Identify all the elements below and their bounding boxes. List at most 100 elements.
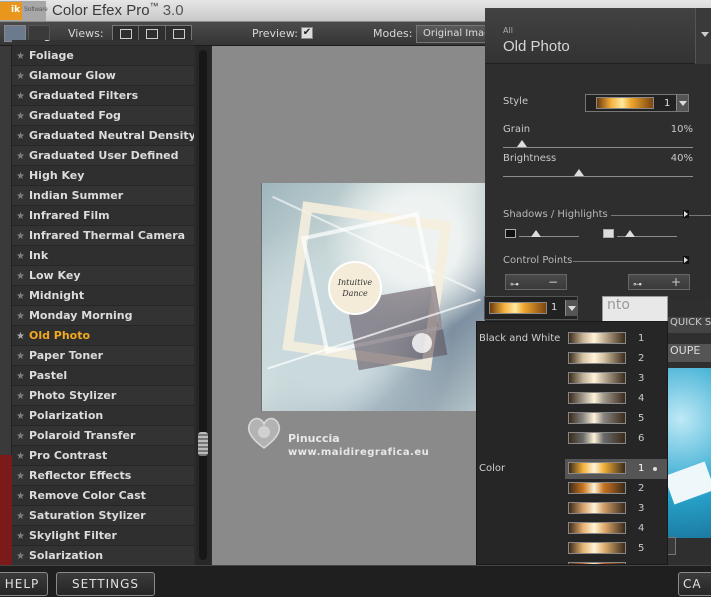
favorite-star-icon[interactable]: ★ (16, 131, 25, 142)
favorite-star-icon[interactable]: ★ (16, 51, 25, 62)
dropdown-item[interactable]: 3 (565, 499, 667, 519)
style-thumbnail (568, 502, 626, 514)
favorite-star-icon[interactable]: ★ (16, 40, 25, 42)
dropdown-item[interactable]: 1 (565, 329, 667, 349)
favorite-star-icon[interactable]: ★ (16, 471, 25, 482)
dropdown-item[interactable]: 4 (565, 389, 667, 409)
dropdown-item[interactable]: 6 (565, 429, 667, 449)
mode-select[interactable]: Original Imag (416, 25, 496, 43)
filter-item-label: Infrared Film (28, 209, 110, 222)
filter-item[interactable]: ★ Infrared Thermal Camera (12, 226, 194, 246)
dropdown-item[interactable]: 3 (565, 369, 667, 389)
grain-slider-knob[interactable] (517, 140, 527, 147)
highlights-slider-knob[interactable] (625, 230, 635, 237)
brightness-slider-knob[interactable] (574, 169, 584, 176)
filter-item[interactable]: ★ Reflector Effects (12, 466, 194, 486)
filter-item[interactable]: ★ Pastel (12, 366, 194, 386)
favorite-star-icon[interactable]: ★ (16, 531, 25, 542)
favorite-star-icon[interactable]: ★ (16, 271, 25, 282)
favorite-star-icon[interactable]: ★ (16, 491, 25, 502)
shadows-slider[interactable] (519, 236, 579, 237)
shadows-highlights-section[interactable]: Shadows / Highlights (503, 209, 608, 220)
dropdown-item[interactable]: 4 (565, 519, 667, 539)
filter-item[interactable]: ★ Skylight Filter (12, 526, 194, 546)
filter-item[interactable]: ★ Old Photo (12, 326, 194, 346)
favorite-star-icon[interactable]: ★ (16, 251, 25, 262)
dropdown-item[interactable]: 2 (565, 479, 667, 499)
filter-item[interactable]: ★ High Key (12, 166, 194, 186)
favorite-star-icon[interactable]: ★ (16, 111, 25, 122)
filter-item[interactable]: ★ Foliage (12, 46, 194, 66)
filter-item[interactable]: ★ Midnight (12, 286, 194, 306)
filter-item[interactable]: ★ Low Key (12, 266, 194, 286)
filter-item[interactable]: ★ Saturation Stylizer (12, 506, 194, 526)
filter-item[interactable]: ★ Infrared Film (12, 206, 194, 226)
filter-item[interactable]: ★ Indian Summer (12, 186, 194, 206)
filter-item[interactable]: ★ Graduated Fog (12, 106, 194, 126)
favorite-star-icon[interactable]: ★ (16, 511, 25, 522)
favorite-star-icon[interactable]: ★ (16, 151, 25, 162)
favorite-star-icon[interactable]: ★ (16, 331, 25, 342)
favorite-star-icon[interactable]: ★ (16, 211, 25, 222)
dropdown-item[interactable]: 2 (565, 349, 667, 369)
favorite-star-icon[interactable]: ★ (16, 371, 25, 382)
filter-item[interactable]: ★ Graduated User Defined (12, 146, 194, 166)
add-control-point-button[interactable]: ⊶ + (628, 274, 690, 290)
favorite-star-icon[interactable]: ★ (16, 451, 25, 462)
chevron-down-icon[interactable] (676, 95, 688, 111)
expand-arrow-icon[interactable] (683, 210, 689, 218)
filter-header[interactable]: All Old Photo (485, 8, 711, 64)
grain-slider[interactable] (503, 147, 693, 148)
filter-item[interactable]: ★ Polaroid Transfer (12, 426, 194, 446)
chevron-down-icon[interactable] (695, 8, 711, 64)
favorite-star-icon[interactable]: ★ (16, 231, 25, 242)
favorite-star-icon[interactable]: ★ (16, 71, 25, 82)
dropdown-item[interactable]: 5 (565, 539, 667, 559)
filter-item[interactable]: ★ Monday Morning (12, 306, 194, 326)
dropdown-item[interactable]: 5 (565, 409, 667, 429)
favorite-star-icon[interactable]: ★ (16, 311, 25, 322)
filter-item[interactable]: ★ Graduated Neutral Density (12, 126, 194, 146)
group-tab[interactable]: OUPE (668, 344, 711, 362)
quick-save-tab[interactable]: QUICK S (668, 317, 711, 333)
remove-control-point-button[interactable]: ⊶ − (505, 274, 567, 290)
filter-item[interactable]: ★ Solarization (12, 546, 194, 565)
help-button[interactable]: HELP (0, 572, 48, 596)
filter-item[interactable]: ★ Graduated Filters (12, 86, 194, 106)
expand-arrow-icon[interactable] (683, 256, 689, 264)
preview-checkbox[interactable]: ✔ (301, 27, 313, 39)
settings-button[interactable]: SETTINGS (56, 572, 155, 596)
filter-item[interactable]: ★ Photo Stylizer (12, 386, 194, 406)
chevron-down-icon[interactable] (565, 300, 577, 316)
favorite-star-icon[interactable]: ★ (16, 351, 25, 362)
control-points-section[interactable]: Control Points (503, 255, 572, 266)
cancel-button[interactable]: CA (678, 572, 711, 596)
filter-item[interactable]: ★ Remove Color Cast (12, 486, 194, 506)
filter-item[interactable]: ★ Glamour Glow (12, 66, 194, 86)
peek-field[interactable]: nto (602, 296, 668, 322)
filter-item[interactable]: ★ Polarization (12, 406, 194, 426)
filter-item-label: High Key (28, 169, 85, 182)
filter-item[interactable]: ★ Ink (12, 246, 194, 266)
shadows-slider-knob[interactable] (531, 230, 541, 237)
scrollbar-thumb[interactable] (198, 432, 208, 456)
filter-item[interactable]: ★ Paper Toner (12, 346, 194, 366)
split-view-icon[interactable] (139, 26, 166, 41)
dropdown-item[interactable]: 1 (565, 459, 667, 479)
favorite-star-icon[interactable]: ★ (16, 431, 25, 442)
favorite-star-icon[interactable]: ★ (16, 551, 25, 562)
single-view-icon[interactable] (113, 26, 140, 41)
favorite-star-icon[interactable]: ★ (16, 291, 25, 302)
brightness-slider[interactable] (503, 176, 693, 177)
favorite-star-icon[interactable]: ★ (16, 171, 25, 182)
filter-item[interactable]: ★ Pro Contrast (12, 446, 194, 466)
filter-list-scrollbar[interactable] (196, 46, 210, 565)
side-by-side-view-icon[interactable] (166, 26, 191, 41)
favorite-star-icon[interactable]: ★ (16, 391, 25, 402)
style-dropdown-header[interactable]: 1 (484, 296, 578, 320)
favorite-star-icon[interactable]: ★ (16, 411, 25, 422)
favorite-star-icon[interactable]: ★ (16, 191, 25, 202)
style-select[interactable]: 1 (585, 94, 689, 112)
favorite-star-icon[interactable]: ★ (16, 91, 25, 102)
preview-image[interactable]: Intuitive Dance (261, 183, 485, 411)
